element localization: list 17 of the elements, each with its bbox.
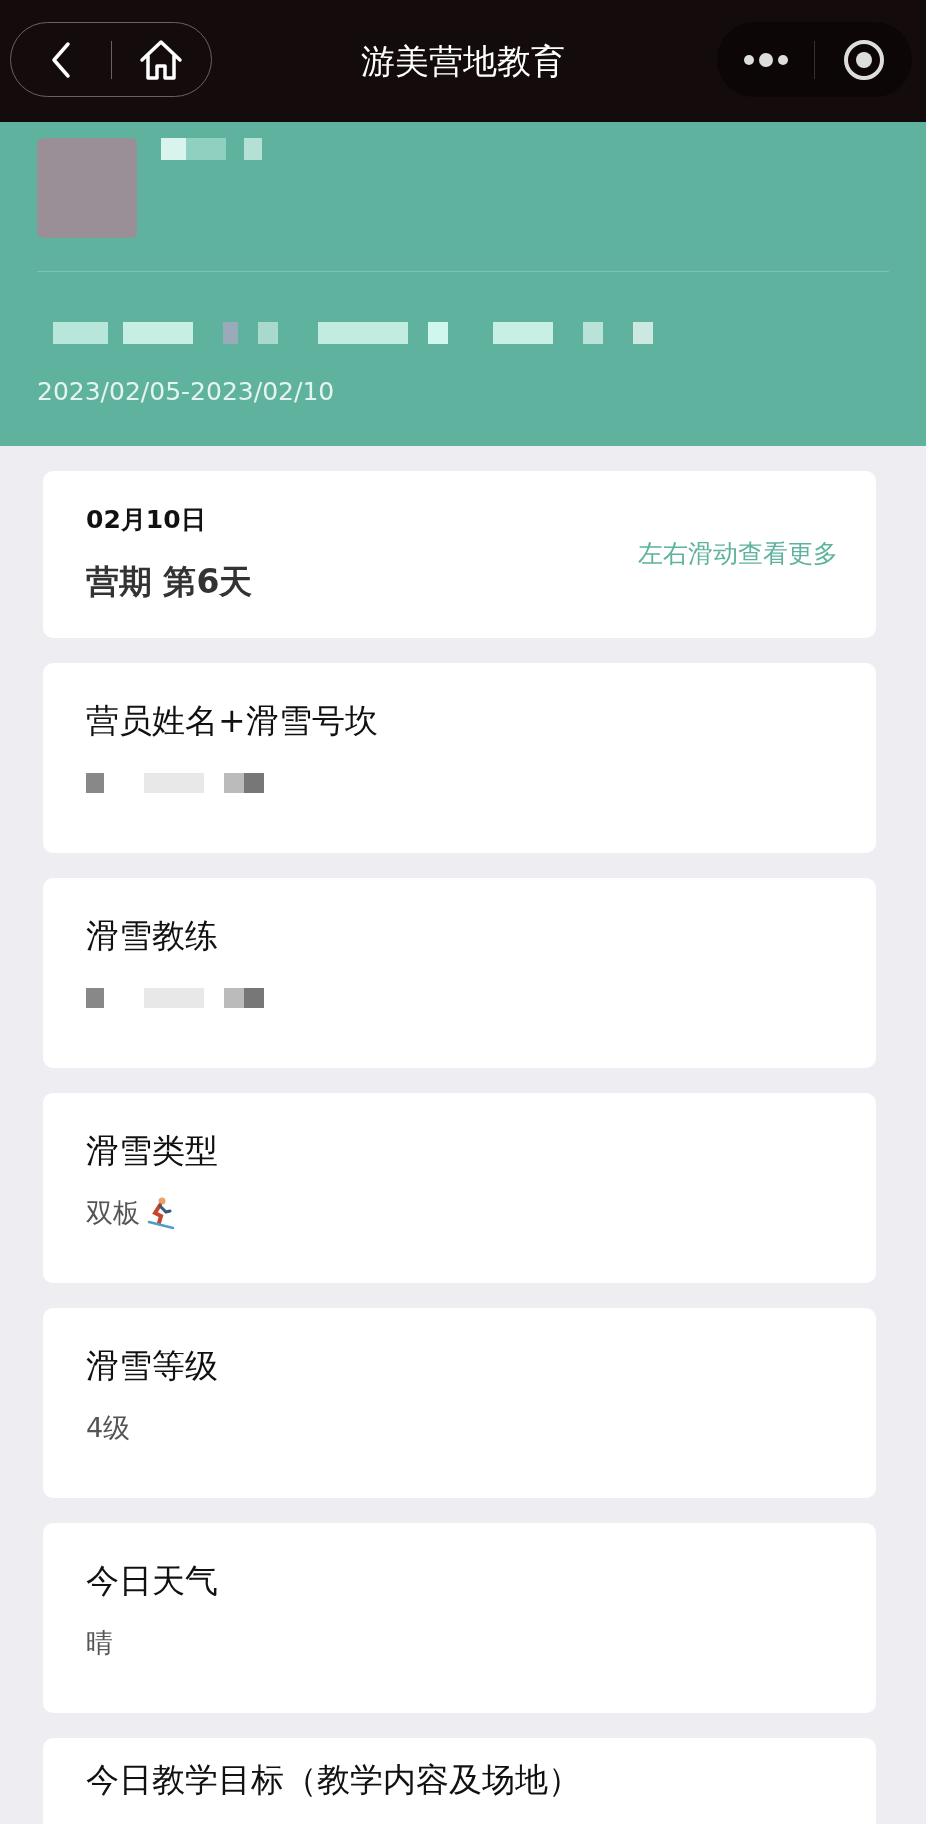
date-label: 02月10日	[86, 504, 207, 536]
field-value: 双板	[86, 1195, 140, 1230]
field-label: 滑雪等级	[86, 1346, 219, 1386]
date-range: 2023/02/05-2023/02/10	[37, 376, 336, 408]
field-label: 滑雪类型	[86, 1131, 219, 1171]
field-label: 今日天气	[86, 1561, 219, 1601]
field-value: 晴	[86, 1625, 114, 1660]
home-icon	[138, 37, 185, 82]
field-value: 4级	[86, 1410, 132, 1445]
target-circle-icon	[841, 37, 886, 82]
field-label: 滑雪教练	[86, 916, 219, 956]
field-label: 今日教学目标（教学内容及场地）	[86, 1760, 582, 1800]
page-title: 游美营地教育	[361, 40, 565, 83]
field-label: 营员姓名+滑雪号坎	[86, 701, 379, 741]
swipe-hint: 左右滑动查看更多	[638, 537, 838, 570]
day-card[interactable]: 02月10日 营期 第6天 左右滑动查看更多	[43, 471, 876, 638]
camp-day-label: 营期 第6天	[86, 560, 253, 603]
